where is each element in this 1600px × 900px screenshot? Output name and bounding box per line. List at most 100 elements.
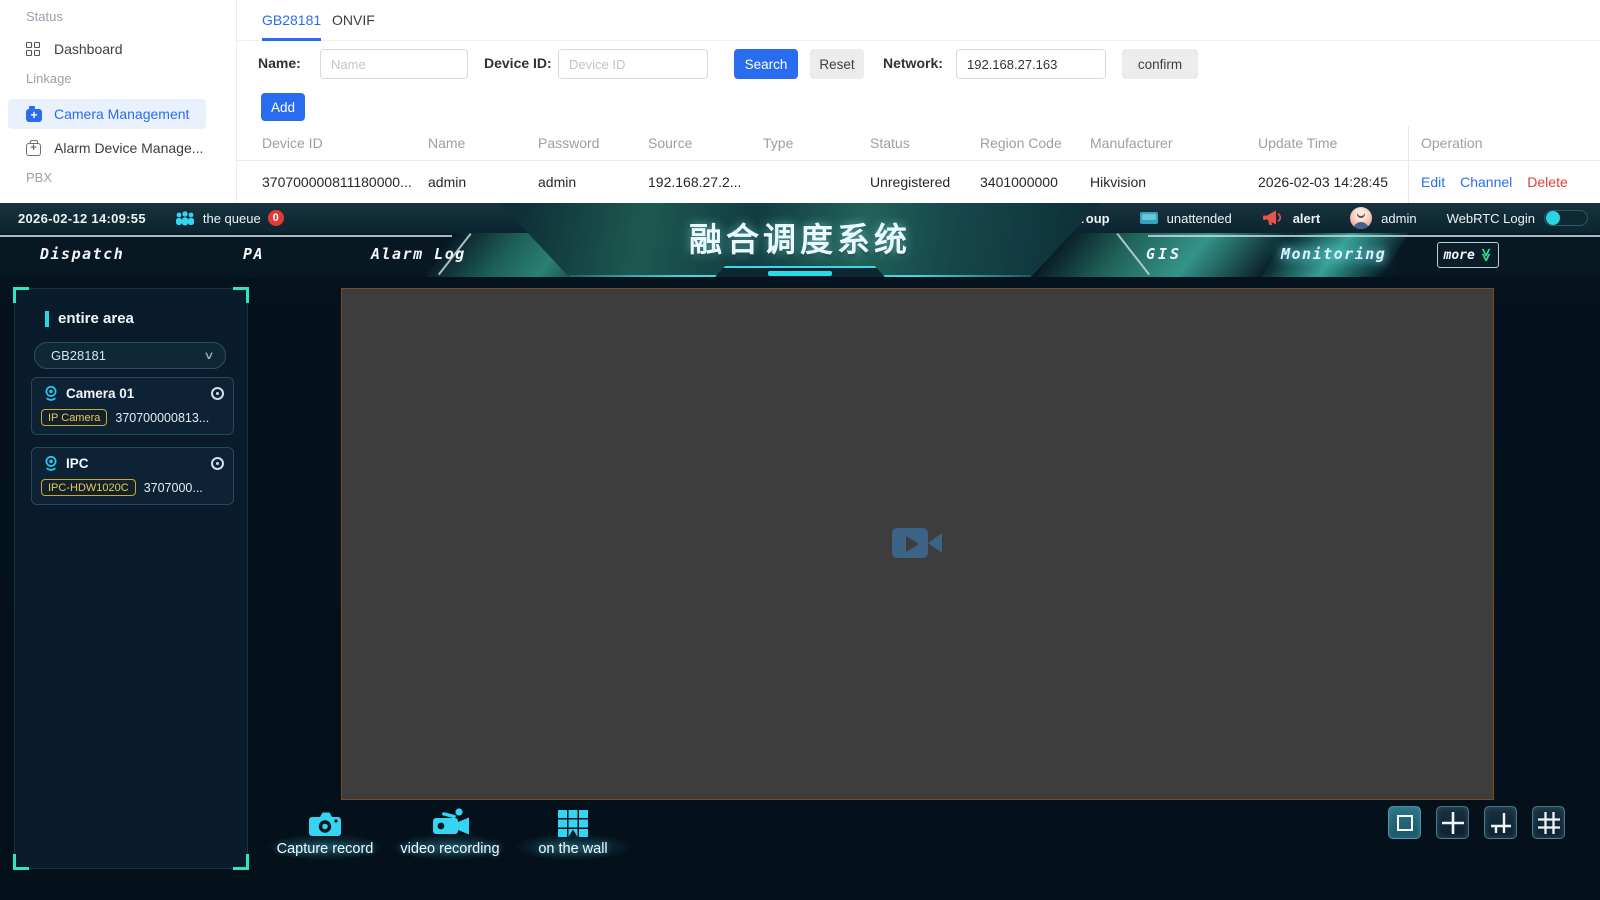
reset-button[interactable]: Reset xyxy=(810,49,864,79)
nav-item-pa[interactable]: PA xyxy=(243,245,264,263)
nav-frame-line xyxy=(0,235,452,237)
webrtc-login-toggle[interactable] xyxy=(1544,210,1588,226)
add-button[interactable]: Add xyxy=(261,93,305,121)
confirm-button[interactable]: confirm xyxy=(1122,49,1198,79)
nav-frame-line xyxy=(1148,235,1600,237)
webcam-icon xyxy=(43,385,59,401)
cell-status: Unregistered xyxy=(870,174,980,190)
corner-bracket xyxy=(233,287,249,303)
cell-region-code: 3401000000 xyxy=(980,174,1090,190)
channel-link[interactable]: Channel xyxy=(1460,174,1512,190)
admin-main: GB28181 ONVIF Name: Device ID: Search Re… xyxy=(237,0,1600,203)
table-row: 370700000811180000... admin admin 192.16… xyxy=(237,161,1600,203)
table-header-row: Device ID Name Password Source Type Stat… xyxy=(237,126,1600,161)
device-name: Camera 01 xyxy=(66,386,134,401)
device-name: IPC xyxy=(66,456,89,471)
screen-layout-buttons xyxy=(1388,806,1565,839)
on-the-wall-button[interactable]: on the wall xyxy=(498,803,648,857)
network-label: Network: xyxy=(883,55,943,71)
device-card-camera01[interactable]: Camera 01 IP Camera 370700000813... xyxy=(31,377,234,435)
queue-count-badge: 0 xyxy=(268,210,284,226)
col-region-code: Region Code xyxy=(980,135,1090,151)
webcam-icon xyxy=(43,455,59,471)
queue-button[interactable]: the queue 0 xyxy=(174,210,284,226)
video-recorder-icon xyxy=(428,807,472,839)
search-button[interactable]: Search xyxy=(734,49,798,79)
dashboard-grid-icon xyxy=(26,42,42,57)
camera-plus-icon xyxy=(26,109,42,122)
nav-item-dispatch[interactable]: Dispatch xyxy=(40,245,124,263)
col-operation: Operation xyxy=(1408,126,1600,160)
title-accent-bar xyxy=(45,311,49,327)
protocol-select-value: GB28181 xyxy=(51,348,106,363)
sidebar-item-dashboard[interactable]: Dashboard xyxy=(8,34,206,64)
nav-item-gis[interactable]: GIS xyxy=(1146,245,1182,263)
title-banner: 融合调度系统 xyxy=(500,203,1100,277)
sidebar-item-label: Camera Management xyxy=(54,106,189,122)
nav-item-monitoring[interactable]: Monitoring xyxy=(1281,245,1386,263)
sidebar-item-alarm-device[interactable]: Alarm Device Manage... xyxy=(8,133,206,163)
device-id: 370700000813... xyxy=(115,411,209,425)
sidebar-item-label: Dashboard xyxy=(54,41,123,57)
sidebar-item-camera-management[interactable]: Camera Management xyxy=(8,99,206,129)
col-update-time: Update Time xyxy=(1258,135,1408,151)
locate-target-icon[interactable] xyxy=(211,457,224,470)
tab-gb28181[interactable]: GB28181 xyxy=(262,0,321,41)
sidebar-heading-linkage: Linkage xyxy=(26,71,72,86)
cell-operation: Edit Channel Delete xyxy=(1408,161,1600,203)
video-placeholder-icon xyxy=(892,525,944,563)
col-source: Source xyxy=(648,135,763,151)
tool-label: on the wall xyxy=(498,841,648,857)
layout-nine-button[interactable] xyxy=(1532,806,1565,839)
layout-single-button[interactable] xyxy=(1388,806,1421,839)
device-tree-panel: entire area GB28181 ∨ Camera 01 IP Camer… xyxy=(14,288,248,869)
video-display-area[interactable] xyxy=(341,288,1494,800)
layout-six-button[interactable] xyxy=(1484,806,1517,839)
corner-bracket xyxy=(233,854,249,870)
quad-split-icon xyxy=(1440,810,1466,836)
delete-link[interactable]: Delete xyxy=(1527,174,1567,190)
banner-center-bar-decoration xyxy=(768,271,832,276)
alert-label[interactable]: alert xyxy=(1293,211,1320,226)
locate-target-icon[interactable] xyxy=(211,387,224,400)
panel-title: entire area xyxy=(58,310,134,327)
col-name: Name xyxy=(428,135,538,151)
cell-manufacturer: Hikvision xyxy=(1090,174,1258,190)
sidebar-item-label: Alarm Device Manage... xyxy=(54,140,203,156)
layout-quad-button[interactable] xyxy=(1436,806,1469,839)
user-avatar[interactable] xyxy=(1350,207,1372,229)
protocol-tabs: GB28181 ONVIF xyxy=(237,0,1600,41)
cell-device-id: 370700000811180000... xyxy=(237,174,428,190)
device-card-ipc[interactable]: IPC IPC-HDW1020C 3707000... xyxy=(31,447,234,505)
system-title: 融合调度系统 xyxy=(500,213,1100,261)
device-id-label: Device ID: xyxy=(484,55,552,71)
capture-camera-icon xyxy=(306,809,344,839)
six-split-icon xyxy=(1488,810,1514,836)
protocol-select[interactable]: GB28181 ∨ xyxy=(34,342,226,369)
corner-bracket xyxy=(13,287,29,303)
more-label: more xyxy=(1444,248,1475,263)
cell-password: admin xyxy=(538,174,648,190)
unattended-monitor-icon xyxy=(1140,212,1158,224)
double-chevron-down-icon: ≫ xyxy=(1478,248,1494,262)
tab-onvif[interactable]: ONVIF xyxy=(332,0,375,41)
more-button[interactable]: more ≫ xyxy=(1437,242,1499,268)
unattended-label[interactable]: unattended xyxy=(1167,211,1232,226)
network-input[interactable] xyxy=(956,49,1106,79)
webrtc-login-label: WebRTC Login xyxy=(1447,211,1535,226)
chevron-down-icon: ∨ xyxy=(203,349,214,362)
col-type: Type xyxy=(763,135,870,151)
device-id-input[interactable] xyxy=(558,49,708,79)
alarm-device-icon xyxy=(26,143,41,156)
topbar-right: Talk Group unattended alert admin WebRTC… xyxy=(1011,207,1588,229)
sidebar-heading-pbx: PBX xyxy=(26,170,52,185)
nav-item-alarm-log[interactable]: Alarm Log xyxy=(371,245,466,263)
device-id: 3707000... xyxy=(144,481,203,495)
corner-bracket xyxy=(13,854,29,870)
name-input[interactable] xyxy=(320,49,468,79)
single-view-icon xyxy=(1397,815,1413,831)
device-table: Device ID Name Password Source Type Stat… xyxy=(237,126,1600,203)
nine-split-icon xyxy=(1536,810,1562,836)
col-password: Password xyxy=(538,135,648,151)
edit-link[interactable]: Edit xyxy=(1421,174,1445,190)
